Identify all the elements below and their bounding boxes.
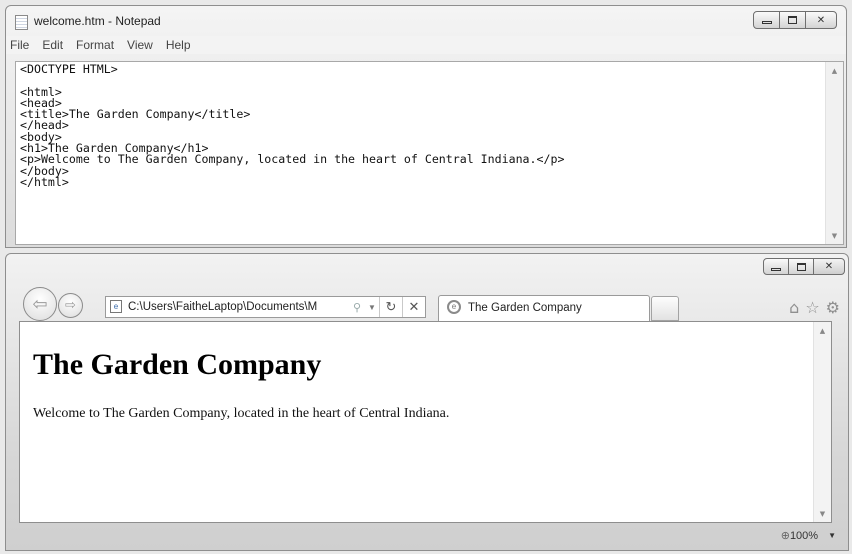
notepad-scrollbar[interactable]: ▲ ▼ (825, 62, 843, 244)
scroll-down-icon[interactable]: ▼ (826, 227, 843, 244)
zoom-dropdown-icon[interactable]: ▼ (828, 531, 836, 540)
page-paragraph: Welcome to The Garden Company, located i… (33, 406, 450, 421)
maximize-button[interactable] (779, 11, 806, 29)
browser-tab[interactable]: e The Garden Company (438, 295, 650, 321)
notepad-text[interactable]: <DOCTYPE HTML> <html> <head> <title>The … (16, 62, 843, 190)
refresh-icon[interactable]: ↻ (379, 297, 402, 317)
address-url[interactable]: C:\Users\FaitheLaptop\Documents\M (128, 301, 328, 313)
maximize-icon (788, 16, 797, 24)
minimize-icon (761, 21, 772, 24)
browser-close-button[interactable]: ✕ (813, 258, 845, 275)
new-tab-button[interactable] (651, 296, 679, 321)
address-bar[interactable]: e C:\Users\FaitheLaptop\Documents\M ⚲ ▼ … (105, 296, 426, 318)
browser-caption-buttons: ✕ (763, 258, 845, 275)
menu-help[interactable]: Help (166, 38, 191, 52)
gear-icon[interactable]: ⚙ (826, 298, 840, 317)
scroll-down-icon[interactable]: ▼ (814, 505, 831, 522)
browser-window: ✕ ⇦ ⇨ e C:\Users\FaitheLaptop\Documents\… (5, 253, 849, 551)
page-heading: The Garden Company (33, 348, 322, 381)
page-content: The Garden Company Welcome to The Garden… (19, 321, 832, 523)
zoom-control[interactable]: ⊕100% ▼ (781, 529, 836, 542)
browser-toolbar-icons: ⌂ ☆ ⚙ (789, 298, 840, 317)
stop-icon[interactable]: ✕ (402, 297, 425, 317)
notepad-title: welcome.htm - Notepad (34, 14, 161, 28)
browser-scrollbar[interactable]: ▲ ▼ (813, 322, 831, 522)
menu-format[interactable]: Format (76, 38, 114, 52)
maximize-icon (796, 262, 806, 271)
notepad-app-icon (15, 15, 28, 30)
notepad-caption-buttons: ✕ (753, 11, 837, 29)
forward-arrow-icon: ⇨ (65, 298, 76, 313)
search-icon[interactable]: ⚲ (349, 297, 365, 317)
address-tools: ⚲ ▼ ↻ ✕ (349, 297, 425, 317)
zoom-value: 100% (789, 530, 819, 542)
close-icon: ✕ (816, 14, 826, 26)
notepad-titlebar[interactable]: welcome.htm - Notepad ✕ (6, 6, 846, 36)
close-icon: ✕ (824, 261, 834, 272)
notepad-text-area[interactable]: <DOCTYPE HTML> <html> <head> <title>The … (15, 61, 844, 245)
zoom-label: ⊕100% (781, 529, 818, 542)
back-arrow-icon: ⇦ (32, 293, 48, 315)
forward-button[interactable]: ⇨ (58, 293, 83, 318)
scroll-up-icon[interactable]: ▲ (814, 322, 831, 339)
menu-view[interactable]: View (127, 38, 153, 52)
menu-file[interactable]: File (10, 38, 29, 52)
home-icon[interactable]: ⌂ (789, 298, 799, 317)
star-icon[interactable]: ☆ (805, 298, 819, 317)
address-dropdown-icon[interactable]: ▼ (365, 297, 379, 317)
notepad-window: welcome.htm - Notepad ✕ File Edit Format… (5, 5, 847, 248)
scroll-up-icon[interactable]: ▲ (826, 62, 843, 79)
back-button[interactable]: ⇦ (23, 287, 57, 321)
tab-title: The Garden Company (468, 302, 582, 314)
minimize-icon (771, 267, 781, 271)
browser-maximize-button[interactable] (788, 258, 814, 275)
close-button[interactable]: ✕ (805, 11, 837, 29)
menu-edit[interactable]: Edit (42, 38, 63, 52)
minimize-button[interactable] (753, 11, 780, 29)
status-bar: ⊕100% ▼ (19, 523, 848, 550)
zoom-icon: ⊕ (780, 530, 790, 542)
page-icon: e (110, 300, 122, 313)
browser-minimize-button[interactable] (763, 258, 789, 275)
notepad-menubar: File Edit Format View Help (6, 36, 846, 54)
ie-tab-icon: e (447, 300, 461, 314)
